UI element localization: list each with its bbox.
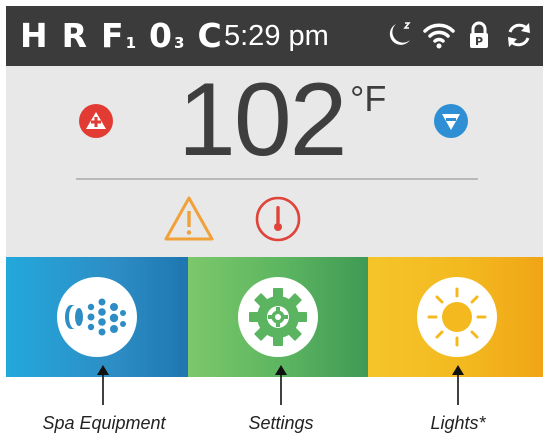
temperature-divider (76, 178, 478, 180)
triangle-down-icon (442, 114, 460, 130)
spa-equipment-arrow (97, 365, 109, 405)
temperature-panel: 102 °F (6, 66, 543, 257)
wifi-icon (423, 23, 455, 49)
status-codes: H R F1 03 C (20, 16, 236, 55)
spa-equipment-circle (57, 277, 137, 357)
status-icons: P (383, 19, 535, 51)
svg-text:P: P (475, 35, 483, 48)
sleep-moon-icon (389, 22, 411, 45)
plus-icon (86, 112, 106, 129)
status-code-o: 03 (149, 16, 186, 55)
lights-tile[interactable] (368, 257, 543, 377)
status-code-h: H (20, 16, 49, 55)
lights-arrow (452, 365, 464, 405)
spa-equipment-tile[interactable] (6, 257, 188, 377)
sun-icon (427, 287, 486, 347)
refresh-icon[interactable] (503, 19, 535, 51)
lock-p-icon: P (470, 21, 488, 48)
thermometer-icon[interactable] (251, 194, 305, 244)
status-code-c: C (197, 16, 223, 55)
jets-icon (65, 298, 126, 336)
temperature-increase-button[interactable] (79, 104, 113, 138)
temperature-decrease-button[interactable] (434, 104, 468, 138)
settings-caption: Settings (248, 413, 314, 433)
lights-circle (416, 277, 497, 357)
status-code-r: R (61, 16, 89, 55)
temperature-unit: °F (350, 78, 387, 119)
warning-triangle-icon[interactable] (162, 194, 216, 244)
settings-circle (238, 277, 318, 357)
status-code-f: F1 (101, 16, 138, 55)
lights-caption: Lights* (430, 413, 486, 433)
settings-arrow (275, 365, 287, 405)
temperature-value: 102 (178, 62, 348, 178)
spa-equipment-caption: Spa Equipment (42, 413, 166, 433)
settings-tile[interactable] (188, 257, 368, 377)
status-bar: H R F1 03 C 5:29 pm P (6, 6, 543, 66)
status-time: 5:29 pm (224, 20, 329, 52)
gear-icon (249, 288, 307, 346)
